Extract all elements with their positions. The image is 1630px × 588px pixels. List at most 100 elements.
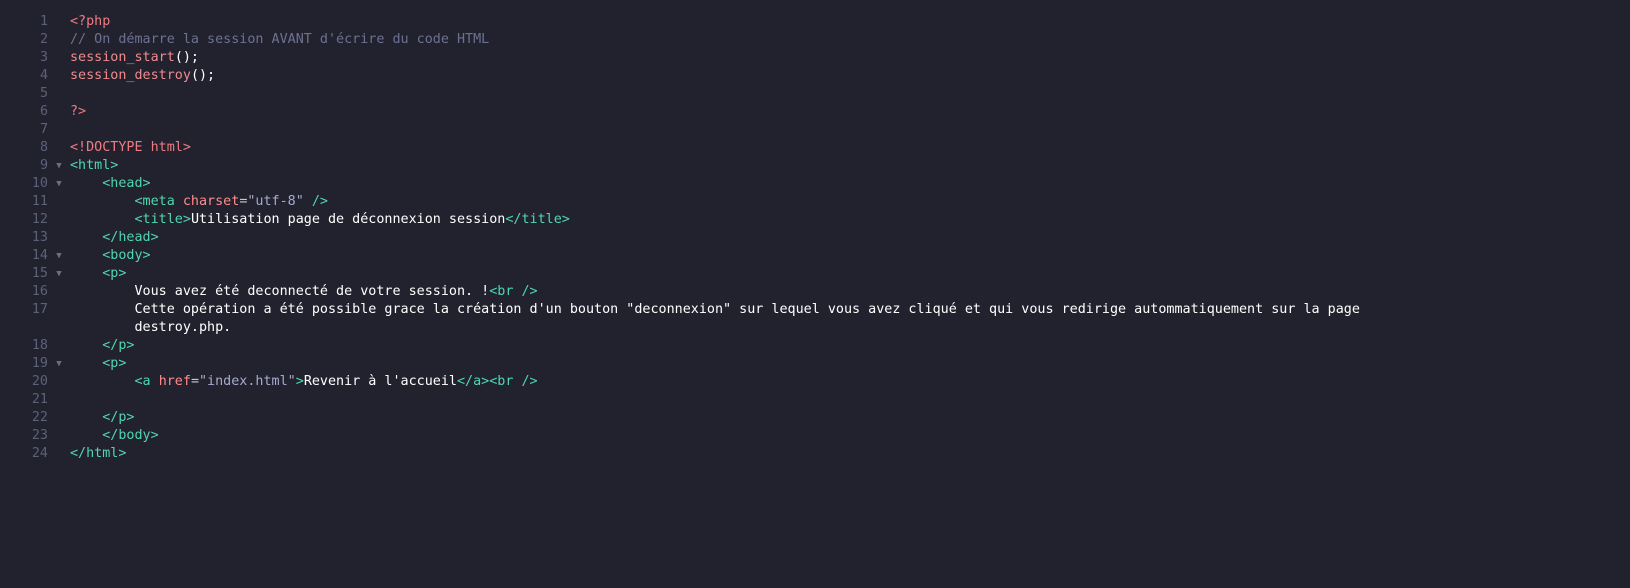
text-content: Utilisation page de déconnexion session xyxy=(190,212,506,227)
code-line-13[interactable]: 13 </head> xyxy=(0,229,1630,247)
code-line-2[interactable]: 2 // On démarre la session AVANT d'écrir… xyxy=(0,31,1630,49)
code-content[interactable]: <html> xyxy=(70,157,1630,175)
line-number: 5 xyxy=(39,86,48,101)
comment: // On démarre la session AVANT d'écrire … xyxy=(70,32,490,47)
code-content[interactable]: <meta charset="utf-8" /> xyxy=(70,193,1630,211)
code-line-14[interactable]: 14 ▼ <body> xyxy=(0,247,1630,265)
fold-arrow-icon[interactable]: ▼ xyxy=(48,355,70,373)
code-line-20[interactable]: 20 <a href="index.html">Revenir à l'accu… xyxy=(0,373,1630,391)
html-tag: <head> xyxy=(102,176,151,191)
code-content[interactable]: <?php xyxy=(70,13,1630,31)
code-content[interactable]: <!DOCTYPE html> xyxy=(70,139,1630,157)
equals-sign: = xyxy=(190,374,199,389)
code-content[interactable]: <body> xyxy=(70,247,1630,265)
line-number: 22 xyxy=(31,410,48,425)
html-tag: <p> xyxy=(102,356,127,371)
html-tag: <br /> xyxy=(489,284,538,299)
code-content[interactable]: <title>Utilisation page de déconnexion s… xyxy=(70,211,1630,229)
line-number: 9 xyxy=(39,158,48,173)
html-tag: <a xyxy=(134,374,151,389)
code-content[interactable]: Cette opération a été possible grace la … xyxy=(70,301,1630,337)
code-line-18[interactable]: 18 </p> xyxy=(0,337,1630,355)
line-number: 18 xyxy=(31,338,48,353)
link-text: Revenir à l'accueil xyxy=(303,374,457,389)
code-content[interactable]: </body> xyxy=(70,427,1630,445)
html-tag: </head> xyxy=(102,230,159,245)
code-line-22[interactable]: 22 </p> xyxy=(0,409,1630,427)
attribute-name: href xyxy=(158,374,191,389)
php-open-tag: <?php xyxy=(70,14,111,29)
code-content[interactable]: <head> xyxy=(70,175,1630,193)
attribute-value: "utf-8" xyxy=(247,194,304,209)
text-content: Cette opération a été possible grace la … xyxy=(134,302,1360,317)
line-number: 20 xyxy=(31,374,48,389)
function-name: session_destroy xyxy=(70,68,191,83)
code-editor[interactable]: 1 <?php 2 // On démarre la session AVANT… xyxy=(0,0,1630,588)
code-line-9[interactable]: 9 ▼ <html> xyxy=(0,157,1630,175)
line-number: 12 xyxy=(31,212,48,227)
code-line-3[interactable]: 3 session_start(); xyxy=(0,49,1630,67)
code-line-5[interactable]: 5 xyxy=(0,85,1630,103)
fold-arrow-icon[interactable]: ▼ xyxy=(48,247,70,265)
php-close-tag: ?> xyxy=(70,104,87,119)
code-line-21[interactable]: 21 xyxy=(0,391,1630,409)
code-content[interactable]: </p> xyxy=(70,409,1630,427)
line-number: 19 xyxy=(31,356,48,371)
code-content[interactable]: session_destroy(); xyxy=(70,67,1630,85)
line-number: 15 xyxy=(31,266,48,281)
line-number: 6 xyxy=(39,104,48,119)
line-number: 17 xyxy=(31,302,48,317)
line-number: 21 xyxy=(31,392,48,407)
html-tag: </p> xyxy=(102,338,135,353)
code-line-4[interactable]: 4 session_destroy(); xyxy=(0,67,1630,85)
fold-arrow-icon[interactable]: ▼ xyxy=(48,175,70,193)
punctuation: (); xyxy=(190,68,216,83)
html-tag: <html> xyxy=(70,158,119,173)
code-line-10[interactable]: 10 ▼ <head> xyxy=(0,175,1630,193)
text-content-wrapped: destroy.php. xyxy=(134,320,232,335)
code-content[interactable]: </p> xyxy=(70,337,1630,355)
code-line-23[interactable]: 23 </body> xyxy=(0,427,1630,445)
code-line-15[interactable]: 15 ▼ <p> xyxy=(0,265,1630,283)
line-number: 14 xyxy=(31,248,48,263)
line-number: 3 xyxy=(39,50,48,65)
code-content[interactable]: <p> xyxy=(70,265,1630,283)
code-content[interactable]: session_start(); xyxy=(70,49,1630,67)
function-name: session_start xyxy=(70,50,175,65)
code-line-16[interactable]: 16 Vous avez été deconnecté de votre ses… xyxy=(0,283,1630,301)
attribute-value: "index.html" xyxy=(199,374,296,389)
line-number: 2 xyxy=(39,32,48,47)
code-content[interactable]: Vous avez été deconnecté de votre sessio… xyxy=(70,283,1630,301)
code-line-11[interactable]: 11 <meta charset="utf-8" /> xyxy=(0,193,1630,211)
fold-arrow-icon[interactable]: ▼ xyxy=(48,157,70,175)
html-tag: <meta xyxy=(134,194,175,209)
code-content[interactable]: </head> xyxy=(70,229,1630,247)
code-line-7[interactable]: 7 xyxy=(0,121,1630,139)
line-number: 8 xyxy=(39,140,48,155)
line-number: 4 xyxy=(39,68,48,83)
code-content[interactable]: <p> xyxy=(70,355,1630,373)
line-number: 10 xyxy=(31,176,48,191)
code-content[interactable]: </html> xyxy=(70,445,1630,463)
code-line-12[interactable]: 12 <title>Utilisation page de déconnexio… xyxy=(0,211,1630,229)
html-tag: <p> xyxy=(102,266,127,281)
code-line-19[interactable]: 19 ▼ <p> xyxy=(0,355,1630,373)
doctype: <!DOCTYPE html> xyxy=(70,140,191,155)
line-number: 7 xyxy=(39,122,48,137)
line-number: 23 xyxy=(31,428,48,443)
code-content[interactable]: ?> xyxy=(70,103,1630,121)
html-tag: </a><br /> xyxy=(457,374,538,389)
line-number: 11 xyxy=(31,194,48,209)
code-content[interactable]: // On démarre la session AVANT d'écrire … xyxy=(70,31,1630,49)
code-line-6[interactable]: 6 ?> xyxy=(0,103,1630,121)
html-tag: <body> xyxy=(102,248,151,263)
line-number: 1 xyxy=(39,14,48,29)
html-tag: </title> xyxy=(505,212,570,227)
code-line-1[interactable]: 1 <?php xyxy=(0,13,1630,31)
code-line-8[interactable]: 8 <!DOCTYPE html> xyxy=(0,139,1630,157)
code-line-24[interactable]: 24 </html> xyxy=(0,445,1630,463)
code-line-17[interactable]: 17 Cette opération a été possible grace … xyxy=(0,301,1630,337)
html-tag: </body> xyxy=(102,428,159,443)
fold-arrow-icon[interactable]: ▼ xyxy=(48,265,70,283)
code-content[interactable]: <a href="index.html">Revenir à l'accueil… xyxy=(70,373,1630,391)
